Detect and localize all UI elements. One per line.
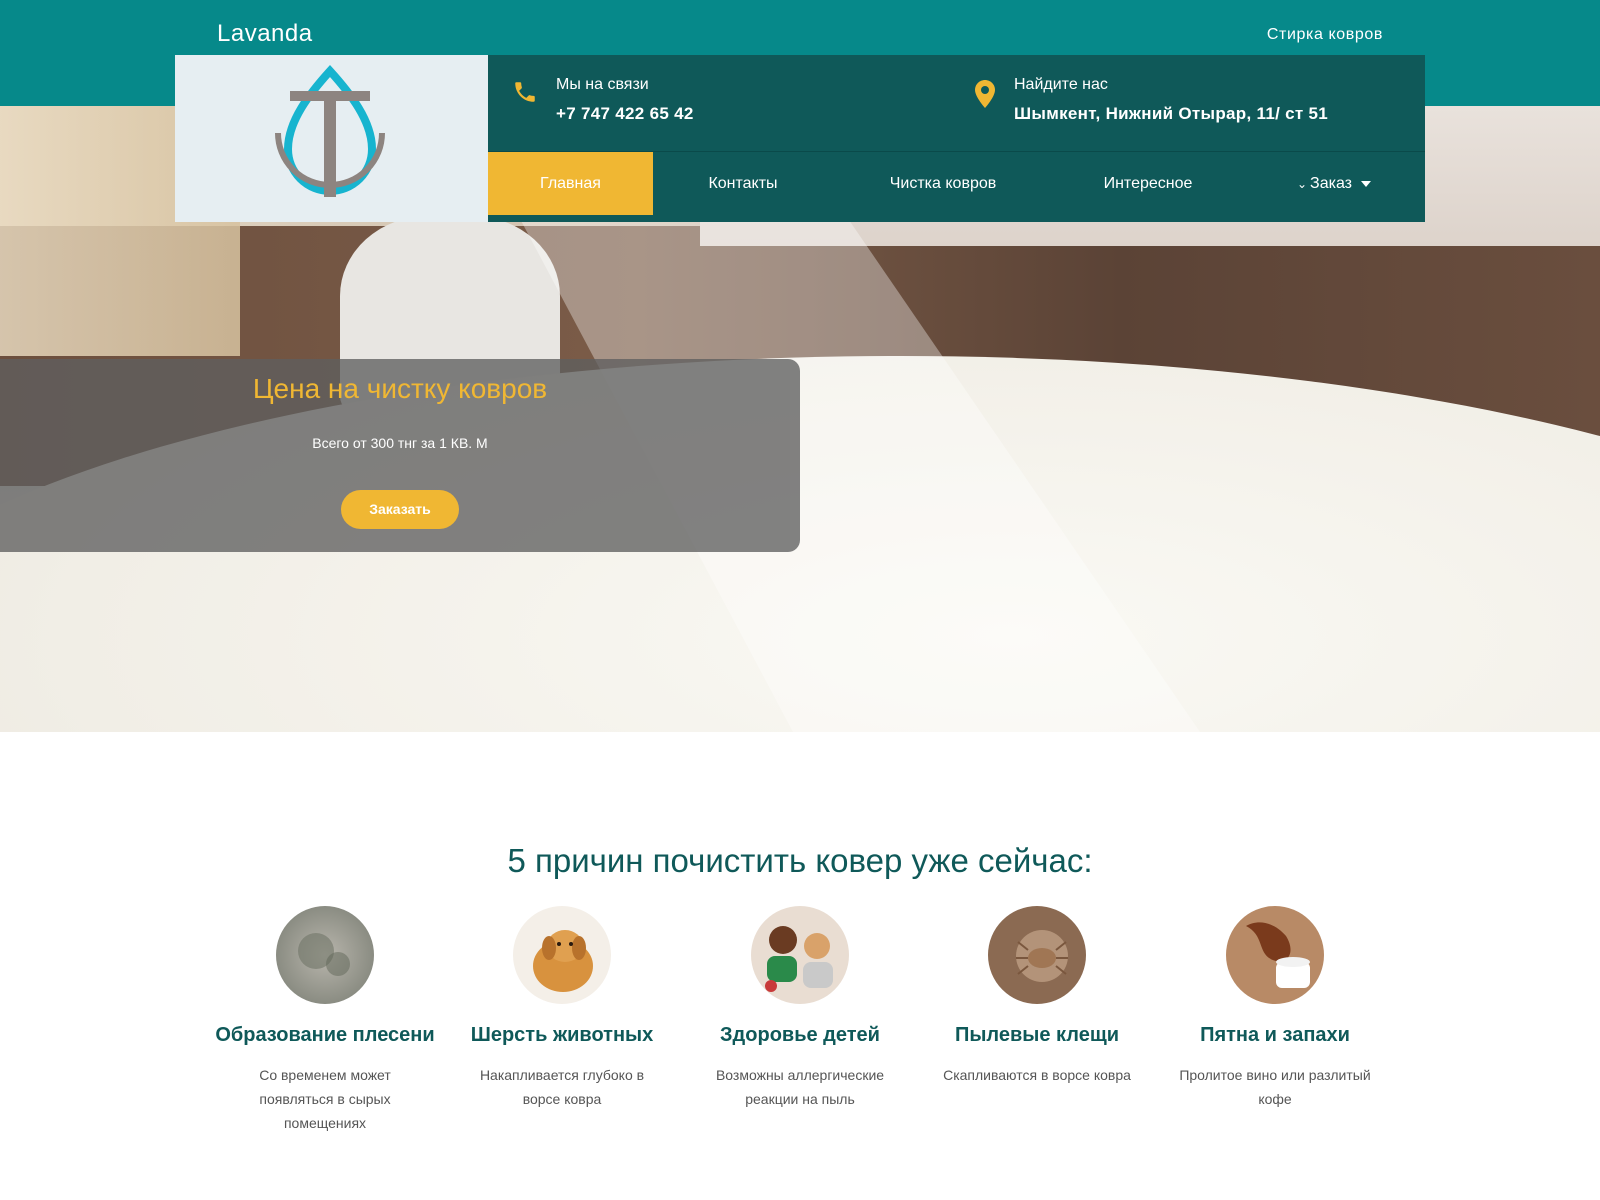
site-name[interactable]: Lavanda xyxy=(217,20,313,48)
main-nav: Главная Контакты Чистка ковров Интересно… xyxy=(488,151,1425,222)
reason-card: Образование плесени Со временем может по… xyxy=(205,906,445,1135)
reason-text: Со временем может появляться в сырых пом… xyxy=(259,1067,391,1131)
contact-phone-value[interactable]: +7 747 422 65 42 xyxy=(556,103,694,125)
dust-mite-image xyxy=(988,906,1086,1004)
reason-text: Пролитое вино или разлитый кофе xyxy=(1179,1067,1371,1107)
reason-card: Здоровье детей Возможны аллергические ре… xyxy=(680,906,920,1111)
nav-item-home[interactable]: Главная xyxy=(488,152,653,215)
dog-image xyxy=(513,906,611,1004)
mold-carpet-image xyxy=(276,906,374,1004)
children-image xyxy=(751,906,849,1004)
reason-title: Пылевые клещи xyxy=(954,1024,1120,1046)
coffee-stain-image xyxy=(1226,906,1324,1004)
order-button[interactable]: Заказать xyxy=(341,490,459,529)
contact-phone: Мы на связи +7 747 422 65 42 xyxy=(556,75,694,125)
nav-item-order-label: Заказ xyxy=(1310,175,1353,192)
reason-card: Пылевые клещи Скапливаются в ворсе ковра xyxy=(917,906,1157,1087)
promo-card: Цена на чистку ковров Всего от 300 тнг з… xyxy=(0,359,800,552)
reasons-title: 5 причин почистить ковер уже сейчас: xyxy=(507,842,1093,879)
chevron-down-icon: ⌄ xyxy=(1296,177,1308,191)
contact-address-label: Найдите нас xyxy=(1014,76,1108,93)
top-link-carpet-washing[interactable]: Стирка ковров xyxy=(1267,26,1383,44)
contact-address-value[interactable]: Шымкент, Нижний Отырар, 11/ ст 51 xyxy=(1014,103,1328,125)
nav-item-contacts[interactable]: Контакты xyxy=(653,152,833,215)
contact-address: Найдите нас Шымкент, Нижний Отырар, 11/ … xyxy=(1014,75,1328,125)
promo-title: Цена на чистку ковров xyxy=(252,373,548,404)
reason-text: Накапливается глубоко в ворсе ковра xyxy=(479,1067,645,1107)
reason-card: Пятна и запахи Пролитое вино или разлиты… xyxy=(1155,906,1395,1111)
reason-text: Скапливаются в ворсе ковра xyxy=(943,1067,1131,1083)
nav-item-carpet-cleaning[interactable]: Чистка ковров xyxy=(833,152,1053,215)
reason-title: Пятна и запахи xyxy=(1200,1024,1350,1046)
reason-title: Образование плесени xyxy=(215,1024,435,1046)
contact-phone-label: Мы на связи xyxy=(556,76,649,93)
logo[interactable] xyxy=(175,55,488,222)
reason-card: Шерсть животных Накапливается глубоко в … xyxy=(442,906,682,1111)
reason-title: Шерсть животных xyxy=(470,1024,654,1046)
reason-title: Здоровье детей xyxy=(720,1024,880,1046)
nav-item-order[interactable]: ⌄ Заказ xyxy=(1243,152,1425,215)
map-pin-icon xyxy=(975,80,995,108)
phone-icon xyxy=(515,82,535,102)
reason-text: Возможны аллергические реакции на пыль xyxy=(715,1067,885,1107)
promo-subtitle: Всего от 300 тнг за 1 КВ. М xyxy=(312,435,488,451)
lavanda-logo-icon xyxy=(275,65,385,197)
nav-item-interesting[interactable]: Интересное xyxy=(1053,152,1243,215)
dropdown-caret-icon xyxy=(1361,180,1372,187)
header-panel: Мы на связи +7 747 422 65 42 Найдите нас… xyxy=(488,55,1425,222)
